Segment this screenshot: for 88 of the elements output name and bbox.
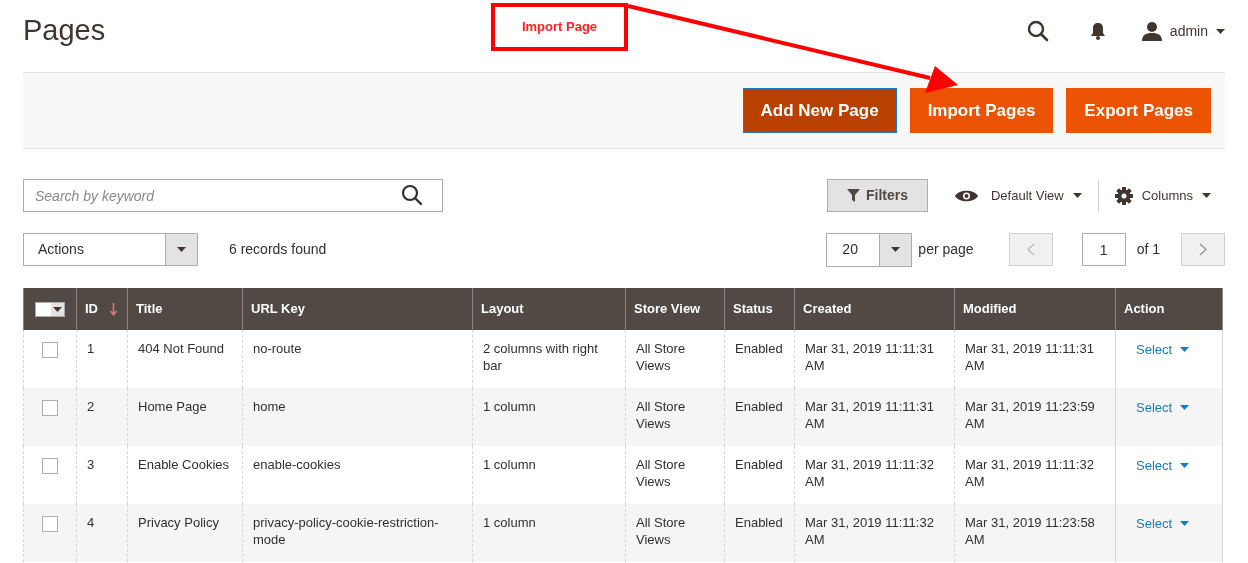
- select-dropdown[interactable]: Select: [1136, 514, 1190, 534]
- gear-icon: [1114, 186, 1133, 205]
- annotation-label: Import Page: [491, 3, 628, 51]
- actions-dropdown[interactable]: Actions: [23, 233, 198, 266]
- store-view-cell: All Store Views: [636, 457, 686, 489]
- per-page-label: per page: [918, 240, 974, 259]
- column-header[interactable]: Modified: [963, 299, 1017, 319]
- user-menu[interactable]: admin: [1141, 20, 1225, 42]
- search-icon[interactable]: [1026, 20, 1049, 42]
- records-count: 6 records found: [229, 240, 327, 259]
- caret-icon: [1180, 521, 1190, 527]
- caret-icon: [1202, 193, 1211, 198]
- filters-button[interactable]: Filters: [826, 179, 928, 212]
- column-header[interactable]: Action: [1124, 299, 1165, 319]
- caret-icon: [1180, 405, 1190, 411]
- bell-icon[interactable]: [1089, 22, 1106, 40]
- store-view-cell: All Store Views: [636, 399, 686, 431]
- row-checkbox[interactable]: [42, 342, 58, 358]
- created-cell: Mar 31, 2019 11:11:31 AM: [805, 399, 934, 431]
- id-cell: 2: [87, 399, 95, 414]
- select-dropdown[interactable]: Select: [1136, 398, 1190, 418]
- select-dropdown[interactable]: Select: [1136, 456, 1190, 476]
- store-view-cell: All Store Views: [636, 515, 686, 547]
- column-header[interactable]: ID: [85, 299, 98, 319]
- caret-icon: [1180, 347, 1190, 353]
- status-cell: Enabled: [735, 399, 783, 414]
- caret-icon: [177, 247, 186, 252]
- status-cell: Enabled: [735, 515, 783, 530]
- title-cell: Privacy Policy: [138, 515, 219, 530]
- page-title: Pages: [23, 13, 106, 49]
- url-key-cell: enable-cookies: [253, 457, 341, 472]
- column-header[interactable]: Layout: [481, 299, 524, 319]
- modified-cell: Mar 31, 2019 11:11:32 AM: [965, 457, 1094, 489]
- created-cell: Mar 31, 2019 11:11:32 AM: [805, 457, 934, 489]
- url-key-cell: no-route: [253, 341, 302, 356]
- modified-cell: Mar 31, 2019 11:23:58 AM: [965, 515, 1095, 547]
- layout-cell: 1 column: [483, 515, 536, 530]
- column-header[interactable]: Created: [803, 299, 852, 319]
- sort-arrow-icon: [110, 302, 117, 316]
- status-cell: Enabled: [735, 457, 783, 472]
- previous-page-button[interactable]: [1008, 233, 1053, 266]
- row-checkbox[interactable]: [42, 516, 58, 532]
- column-header[interactable]: Store View: [634, 299, 701, 319]
- columns-dropdown[interactable]: Columns: [1114, 185, 1211, 206]
- per-page-dropdown[interactable]: 20: [826, 232, 913, 267]
- eye-icon: [954, 188, 978, 203]
- caret-icon: [1180, 463, 1190, 469]
- select-dropdown[interactable]: Select: [1136, 340, 1190, 360]
- view-dropdown[interactable]: Default View: [954, 185, 1082, 206]
- action-button[interactable]: Export Pages: [1066, 88, 1211, 133]
- row-checkbox[interactable]: [42, 400, 58, 416]
- url-key-cell: home: [253, 399, 286, 414]
- page-number-field[interactable]: 1: [1081, 233, 1126, 266]
- action-button[interactable]: Add New Page: [742, 88, 897, 133]
- status-cell: Enabled: [735, 341, 783, 356]
- title-cell: Home Page: [138, 399, 207, 414]
- caret-icon: [891, 247, 901, 252]
- filter-icon: [846, 189, 860, 202]
- store-view-cell: All Store Views: [636, 341, 686, 373]
- chevron-right-icon: [1199, 243, 1207, 256]
- next-page-button[interactable]: [1181, 233, 1225, 266]
- page-total: of 1: [1136, 240, 1160, 259]
- id-cell: 3: [87, 457, 95, 472]
- layout-cell: 1 column: [483, 457, 536, 472]
- created-cell: Mar 31, 2019 11:11:31 AM: [805, 341, 934, 373]
- layout-cell: 2 columns with right bar: [483, 341, 598, 373]
- chevron-left-icon: [1026, 243, 1035, 256]
- caret-icon: [53, 306, 62, 312]
- search-field[interactable]: Search by keyword: [23, 179, 443, 212]
- column-header[interactable]: URL Key: [251, 299, 305, 319]
- caret-icon: [1072, 193, 1082, 198]
- modified-cell: Mar 31, 2019 11:23:59 AM: [965, 399, 1095, 431]
- created-cell: Mar 31, 2019 11:11:32 AM: [805, 515, 934, 547]
- id-cell: 4: [87, 515, 95, 530]
- id-cell: 1: [87, 341, 95, 356]
- url-key-cell: privacy-policy-cookie-restriction-mode: [253, 515, 439, 547]
- search-icon[interactable]: [401, 184, 423, 206]
- layout-cell: 1 column: [483, 399, 536, 414]
- title-cell: Enable Cookies: [138, 457, 230, 472]
- user-icon: [1141, 21, 1162, 41]
- column-header[interactable]: Title: [136, 299, 163, 319]
- modified-cell: Mar 31, 2019 11:11:31 AM: [965, 341, 1094, 373]
- row-checkbox[interactable]: [42, 458, 58, 474]
- caret-icon: [1216, 28, 1225, 34]
- column-header[interactable]: Status: [733, 299, 773, 319]
- action-button[interactable]: Import Pages: [909, 88, 1054, 133]
- select-all-dropdown[interactable]: [35, 301, 65, 317]
- title-cell: 404 Not Found: [138, 341, 224, 356]
